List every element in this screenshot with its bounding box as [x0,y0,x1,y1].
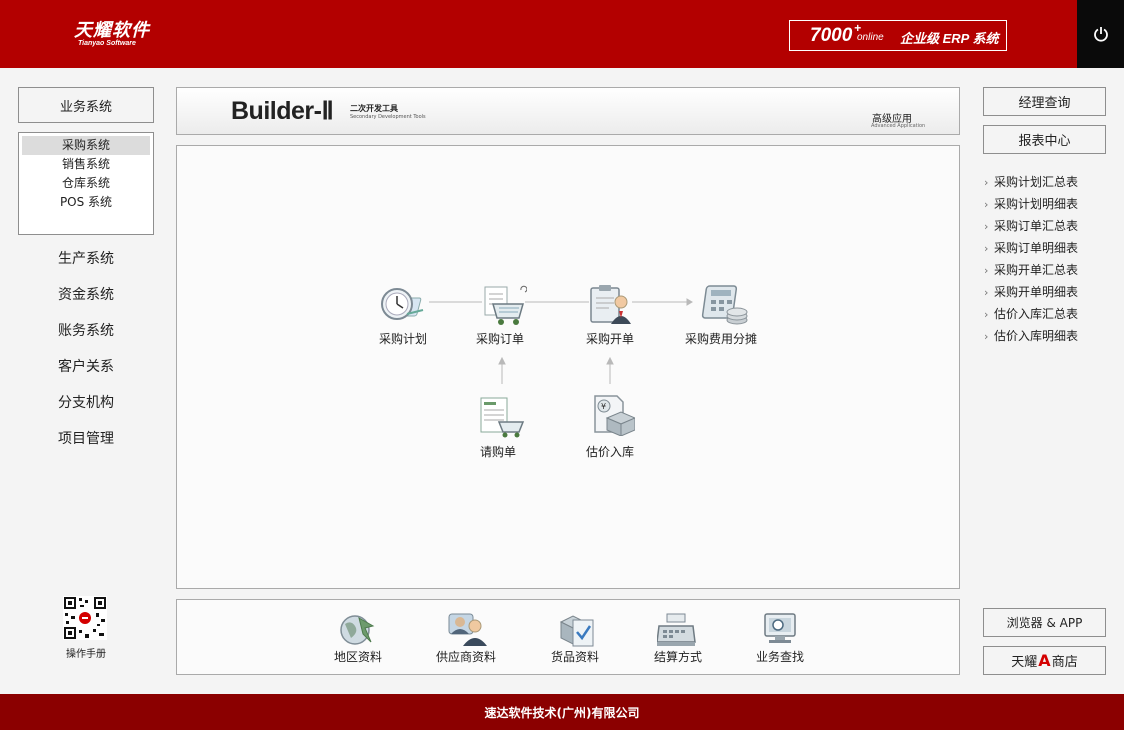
basic-data-panel: 地区资料 供应商资料 货品资料 结算方式 业务查找 [176,599,960,675]
store-a-logo: A [1038,651,1051,670]
chevron-right-icon: › [984,330,989,343]
goods-checklist-icon[interactable] [557,612,597,648]
chevron-right-icon: › [984,286,989,299]
flow-purchase-cost-allocation[interactable]: 采购费用分摊 [661,330,781,347]
manual-label[interactable]: 操作手册 [46,645,126,660]
subsystem-warehouse[interactable]: 仓库系统 [22,174,150,193]
chevron-right-icon: › [984,220,989,233]
footer-company: 速达软件技术(广州)有限公司 [484,705,640,720]
chevron-right-icon: › [984,198,989,211]
tool-settlement-method[interactable]: 结算方式 [628,648,728,665]
nav-funds[interactable]: 资金系统 [18,284,154,304]
tianyao-logo: 天耀软件 Tianyao Software [74,20,150,48]
business-subsystem-list: 采购系统 销售系统 仓库系统 POS 系统 [18,132,154,235]
browser-app-button[interactable]: 浏览器 & APP [983,608,1106,637]
product-tagline: 企业级 ERP 系统 [900,31,999,46]
request-form-icon[interactable] [477,396,525,438]
report-link[interactable]: › 估价入库明细表 [984,325,1114,347]
monitor-search-icon[interactable] [761,612,801,648]
nav-production[interactable]: 生产系统 [18,248,154,268]
product-badge: 7000 + online 企业级 ERP 系统 [789,20,1007,51]
flow-purchase-invoice[interactable]: 采购开单 [550,330,670,347]
subsystem-purchase[interactable]: 采购系统 [22,136,150,155]
nav-customer-relations[interactable]: 客户关系 [18,356,154,376]
report-link[interactable]: › 采购计划汇总表 [984,171,1114,193]
yen-box-icon[interactable]: ¥ [587,394,635,436]
power-button[interactable] [1077,0,1124,68]
report-link[interactable]: › 采购开单汇总表 [984,259,1114,281]
manager-query-button[interactable]: 经理查询 [983,87,1106,116]
suppliers-icon[interactable] [447,610,487,646]
power-icon [1093,27,1108,42]
chevron-right-icon: › [984,176,989,189]
report-link[interactable]: › 采购开单明细表 [984,281,1114,303]
subsystem-sales[interactable]: 销售系统 [22,155,150,174]
builder-subtitle-zh: 二次开发工具 [350,104,398,113]
store-label-post: 商店 [1051,655,1078,670]
chevron-right-icon: › [984,308,989,321]
advanced-application-en: Advanced Application [871,123,926,129]
flow-purchase-request[interactable]: 请购单 [438,443,558,460]
report-link[interactable]: › 估价入库汇总表 [984,303,1114,325]
clipboard-person-icon[interactable] [587,284,635,326]
builder-title: Builder-Ⅱ [231,97,334,125]
tianyao-store-button[interactable]: 天耀 A 商店 [983,646,1106,675]
product-number: 7000 [810,25,853,46]
report-link[interactable]: › 采购计划明细表 [984,193,1114,215]
tool-supplier-data[interactable]: 供应商资料 [416,648,516,665]
chevron-right-icon: › [984,264,989,277]
globe-arrow-icon[interactable] [337,612,377,648]
report-list: › 采购计划汇总表 › 采购计划明细表 › 采购订单汇总表 › 采购订单明细表 › 采购开… [984,171,1114,347]
qr-code-icon[interactable] [63,596,107,640]
purchase-flow-panel: 采购计划 采购订单 采购开单 采购费用分摊 请购单 ¥ 估价入库 [176,145,960,589]
report-center-button[interactable]: 报表中心 [983,125,1106,154]
footer: 速达软件技术(广州)有限公司 [0,694,1124,730]
shopping-cart-icon[interactable] [479,284,527,326]
nav-accounting[interactable]: 账务系统 [18,320,154,340]
flow-estimated-stock-in[interactable]: 估价入库 [550,443,670,460]
tool-goods-data[interactable]: 货品资料 [525,648,625,665]
builder-subtitle-en: Secondary Development Tools [350,114,426,120]
tool-region-data[interactable]: 地区资料 [308,648,408,665]
chevron-right-icon: › [984,242,989,255]
logo-main-text: 天耀软件 [74,20,150,40]
report-link[interactable]: › 采购订单汇总表 [984,215,1114,237]
nav-projects[interactable]: 项目管理 [18,428,154,448]
cash-register-icon[interactable] [657,612,697,648]
svg-text:¥: ¥ [601,402,606,411]
builder-banner: Builder-Ⅱ 二次开发工具 Secondary Development T… [176,87,960,135]
store-label-pre: 天耀 [1011,655,1038,670]
flow-purchase-order[interactable]: 采购订单 [440,330,560,347]
nav-branches[interactable]: 分支机构 [18,392,154,412]
clock-document-icon[interactable] [379,284,427,326]
top-header: 天耀软件 Tianyao Software 7000 + online 企业级 … [0,0,1124,68]
flow-connectors [429,298,693,384]
product-online: online [857,32,884,43]
calculator-coins-icon[interactable] [701,284,749,326]
business-system-button[interactable]: 业务系统 [18,87,154,123]
logo-sub-text: Tianyao Software [78,40,136,47]
subsystem-pos[interactable]: POS 系统 [22,193,150,212]
tool-business-search[interactable]: 业务查找 [730,648,830,665]
report-link[interactable]: › 采购订单明细表 [984,237,1114,259]
